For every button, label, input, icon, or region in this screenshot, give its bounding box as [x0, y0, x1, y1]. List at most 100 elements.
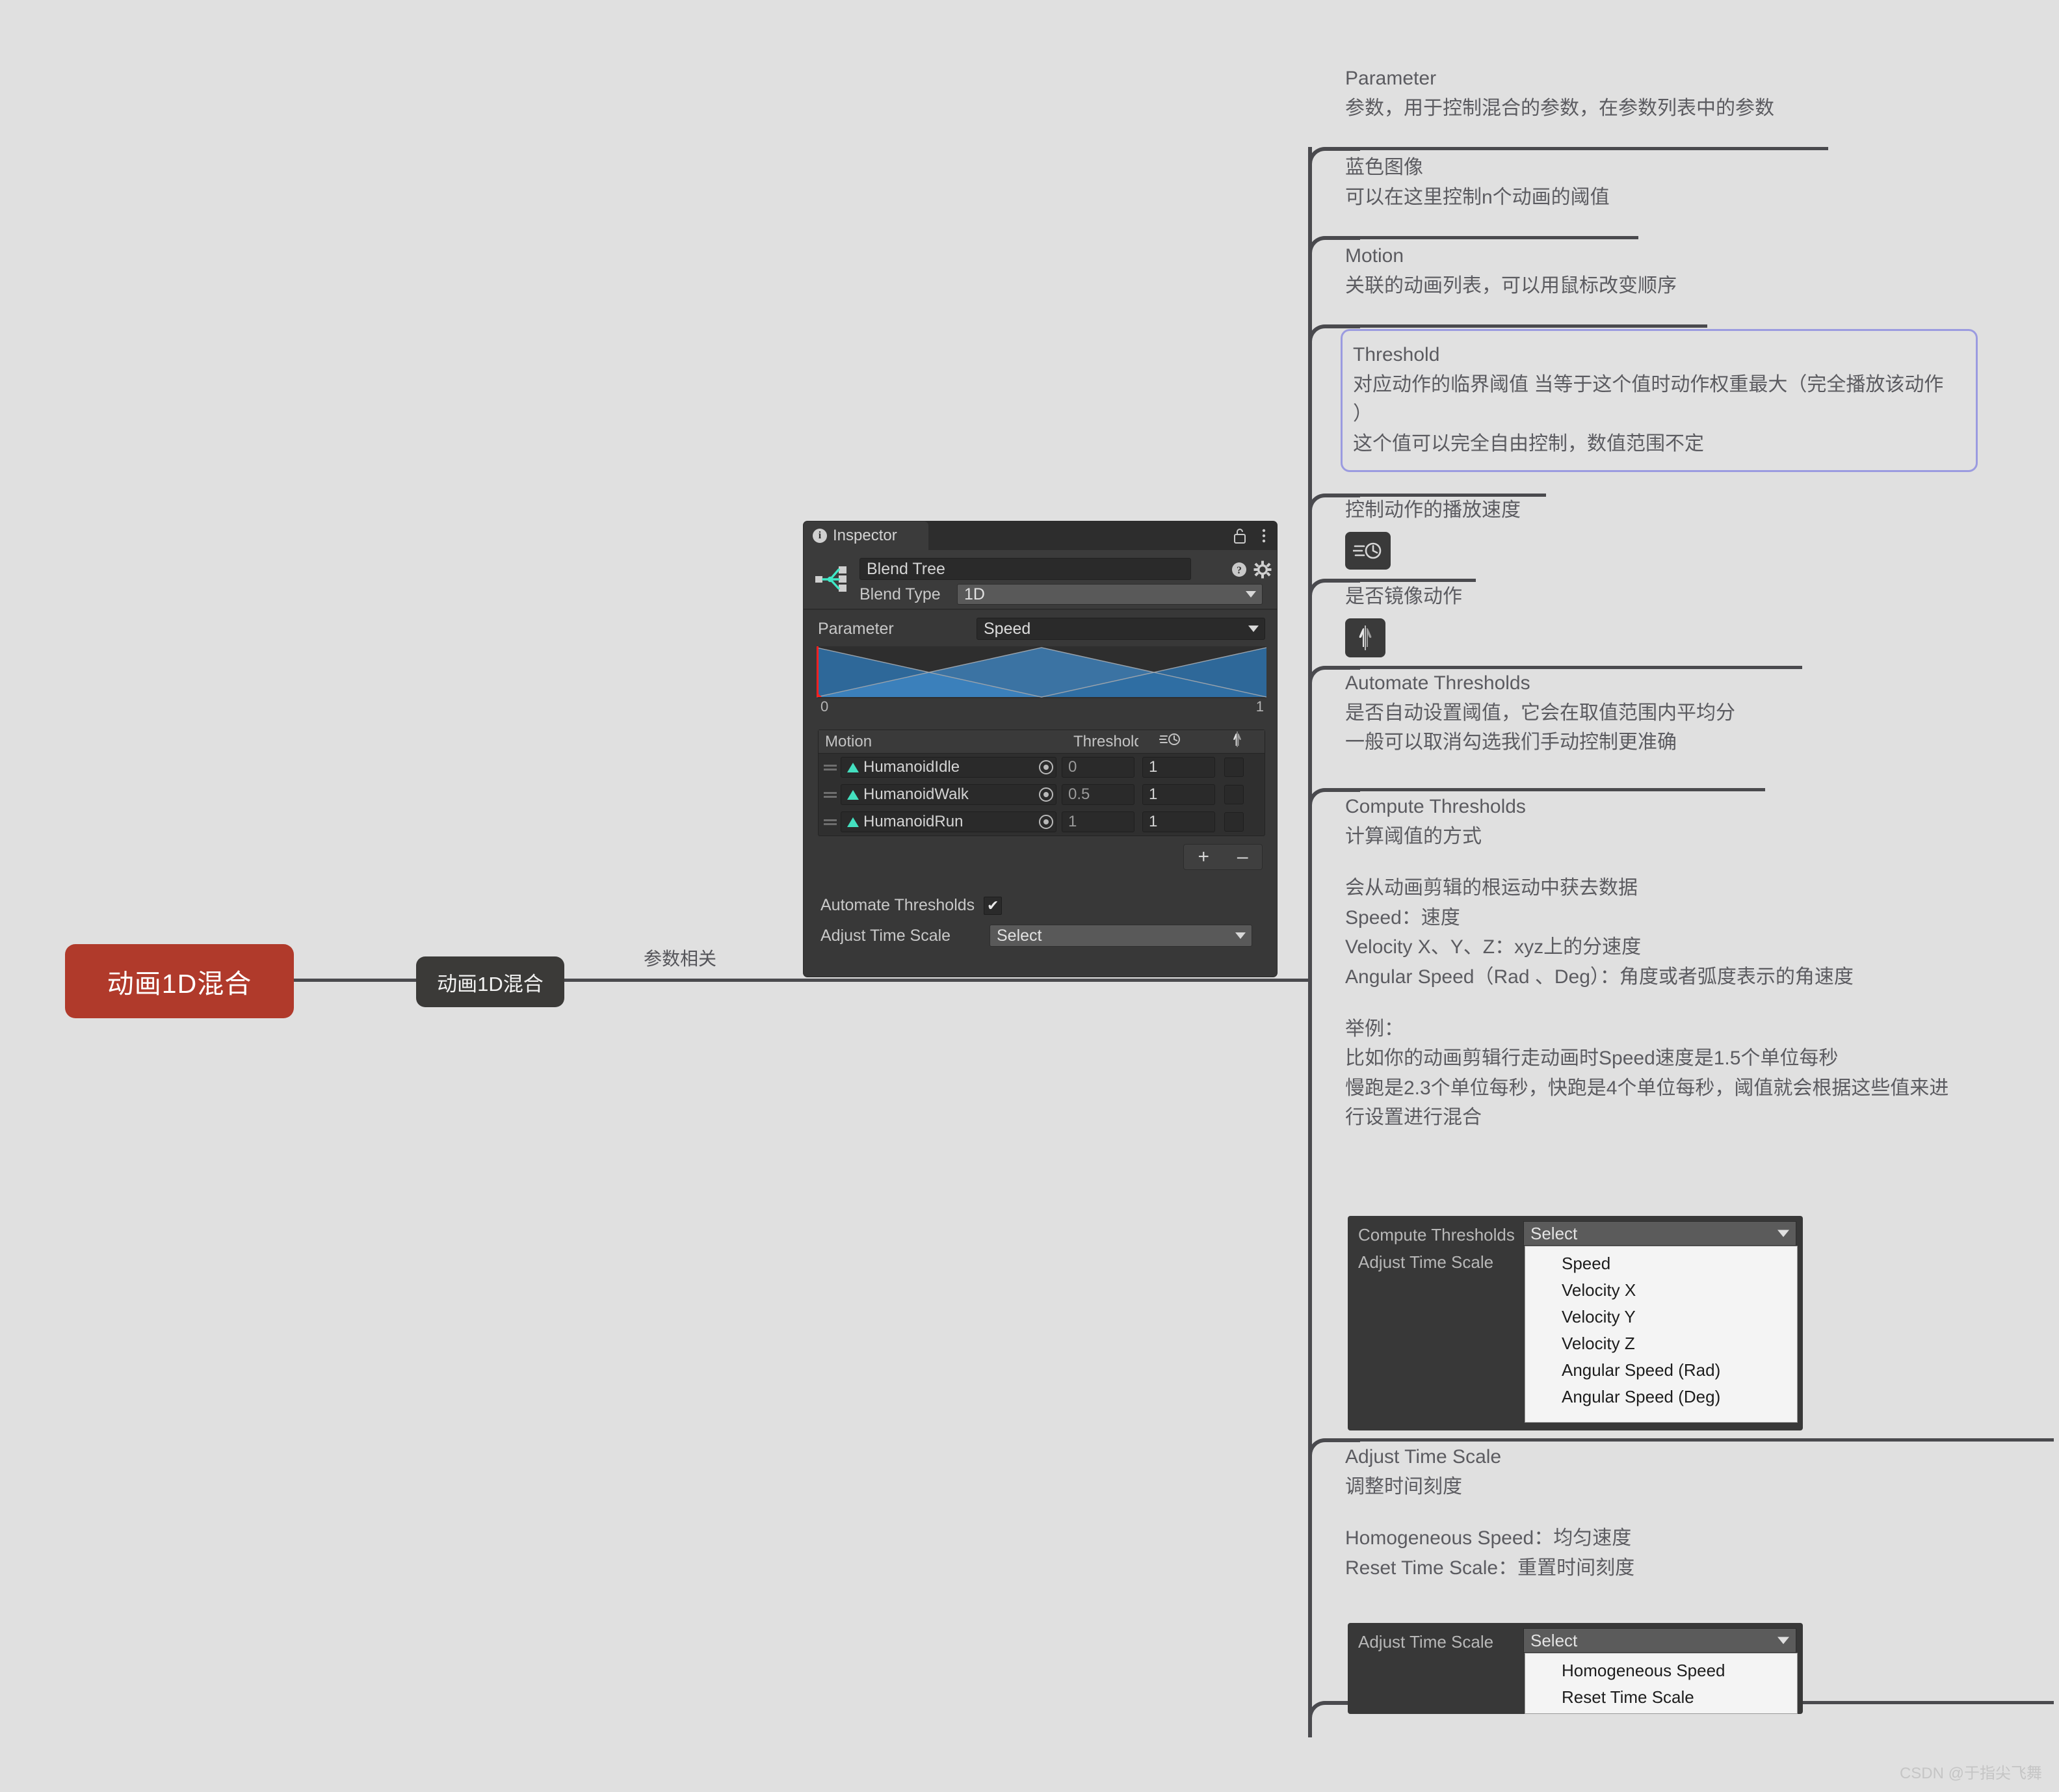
compute-thresholds-popup[interactable]: Compute Thresholds Adjust Time Scale Sel… — [1348, 1216, 1803, 1430]
help-icon[interactable]: ? — [1230, 560, 1248, 582]
add-motion-button[interactable]: + — [1198, 846, 1209, 868]
topic-threshold-line-2: 这个值可以完全自由控制，数值范围不定 — [1353, 432, 1704, 455]
topic-compute-thresholds-line-0: 计算阈值的方式 — [1345, 825, 1482, 847]
drag-handle-icon[interactable] — [824, 763, 841, 772]
topic-threshold[interactable]: Threshold 对应动作的临界阈值 当等于这个值时动作权重最大（完全播放该动… — [1341, 329, 1978, 473]
topic-compute-thresholds-line-4: Velocity X、Y、Z：xyz上的分速度 — [1345, 936, 1642, 958]
topic-blue-image[interactable]: 蓝色图像 可以在这里控制n个动画的阈值 — [1345, 153, 2034, 212]
automate-thresholds-label: Automate Thresholds — [820, 896, 975, 914]
option-homogeneous-speed[interactable]: Homogeneous Speed — [1525, 1657, 1797, 1684]
motion-field[interactable]: HumanoidRun — [841, 811, 1056, 832]
topic-threshold-line-1: ） — [1353, 403, 1372, 425]
parameter-dropdown[interactable]: Speed — [977, 618, 1265, 640]
adjust-time-scale-option-list[interactable]: Homogeneous Speed Reset Time Scale — [1525, 1653, 1798, 1714]
topic-motion-title: Motion — [1345, 245, 1404, 267]
table-row[interactable]: HumanoidRun 1 1 — [819, 808, 1265, 836]
unity-inspector-window[interactable]: i Inspector Blend Tree ? Blend Type 1D P… — [804, 521, 1277, 977]
motion-name: HumanoidIdle — [863, 758, 960, 776]
topic-compute-thresholds-line-8: 比如你的动画剪辑行走动画时Speed速度是1.5个单位每秒 — [1345, 1048, 1839, 1070]
mindmap-sub-label: 动画1D混合 — [437, 972, 544, 995]
automate-thresholds-row: Automate Thresholds ✔ — [820, 896, 1003, 915]
option-velocity-x[interactable]: Velocity X — [1525, 1277, 1797, 1304]
object-picker-icon[interactable] — [1039, 760, 1053, 774]
topic-playback-speed[interactable]: 控制动作的播放速度 — [1345, 495, 1735, 570]
mindmap-sub-node[interactable]: 动画1D混合 — [416, 956, 564, 1007]
lock-icon[interactable] — [1233, 527, 1247, 547]
automate-thresholds-checkbox[interactable]: ✔ — [984, 896, 1003, 915]
motion-table[interactable]: Motion Threshold HumanoidIdle 0 1 Humano… — [818, 730, 1265, 836]
object-picker-icon[interactable] — [1039, 787, 1053, 802]
gear-icon[interactable] — [1253, 560, 1272, 582]
adjust-time-scale-label: Adjust Time Scale — [820, 926, 951, 945]
asset-name-value: Blend Tree — [867, 559, 945, 578]
blend-type-dropdown[interactable]: 1D — [957, 584, 1263, 605]
option-angular-speed-deg[interactable]: Angular Speed (Deg) — [1525, 1384, 1797, 1410]
adjust-time-scale-popup[interactable]: Adjust Time Scale Select Homogeneous Spe… — [1348, 1623, 1803, 1714]
drag-handle-icon[interactable] — [824, 817, 841, 827]
option-velocity-z[interactable]: Velocity Z — [1525, 1330, 1797, 1357]
adjust-time-scale-popup-label: Adjust Time Scale — [1358, 1252, 1494, 1272]
kebab-menu-icon[interactable] — [1261, 527, 1266, 547]
watermark: CSDN @于指尖飞舞 — [1899, 1765, 2042, 1782]
topic-motion[interactable]: Motion 关联的动画列表，可以用鼠标改变顺序 — [1345, 241, 2034, 300]
speed-input[interactable]: 1 — [1142, 757, 1215, 778]
tab-inspector[interactable]: i Inspector — [804, 521, 928, 550]
speed-input[interactable]: 1 — [1142, 811, 1215, 832]
topic-mirror[interactable]: 是否镜像动作 — [1345, 582, 1735, 657]
blend-weight-graph[interactable] — [813, 646, 1267, 698]
mirror-checkbox[interactable] — [1224, 812, 1244, 832]
topic-motion-line-0: 关联的动画列表，可以用鼠标改变顺序 — [1345, 274, 1677, 296]
motion-list-buttons: + – — [1183, 844, 1263, 870]
remove-motion-button[interactable]: – — [1237, 846, 1248, 868]
mirror-checkbox[interactable] — [1224, 758, 1244, 777]
column-header-motion: Motion — [825, 732, 872, 750]
object-picker-icon[interactable] — [1039, 815, 1053, 829]
motion-field[interactable]: HumanoidIdle — [841, 757, 1056, 778]
topic-compute-spacer-a — [1345, 851, 2054, 873]
topic-blue-image-title: 蓝色图像 — [1345, 157, 1423, 178]
topic-compute-thresholds-line-7: 举例： — [1345, 1018, 1404, 1040]
drag-handle-icon[interactable] — [824, 790, 841, 800]
motion-name: HumanoidWalk — [863, 785, 969, 803]
motion-field[interactable]: HumanoidWalk — [841, 784, 1056, 805]
topic-adjust-time-scale[interactable]: Adjust Time Scale 调整时间刻度 Homogeneous Spe… — [1345, 1442, 2054, 1583]
topic-adjust-time-scale-line-3: Reset Time Scale：重置时间刻度 — [1345, 1557, 1635, 1579]
compute-thresholds-popup-select[interactable]: Select — [1523, 1221, 1796, 1246]
option-velocity-y[interactable]: Velocity Y — [1525, 1304, 1797, 1330]
table-row[interactable]: HumanoidWalk 0.5 1 — [819, 781, 1265, 808]
mindmap-connector-root-to-sub — [294, 979, 416, 982]
tab-inspector-label: Inspector — [833, 527, 897, 544]
mirror-checkbox[interactable] — [1224, 785, 1244, 804]
branch-underline-automate — [1345, 788, 1765, 791]
mindmap-root-label: 动画1D混合 — [107, 969, 252, 999]
adjust-time-scale-popup-select[interactable]: Select — [1523, 1628, 1796, 1653]
adjust-time-scale-dropdown[interactable]: Select — [990, 925, 1252, 947]
branch-underline-compute — [1345, 1438, 2054, 1442]
asset-name-field[interactable]: Blend Tree — [859, 558, 1191, 580]
speed-input[interactable]: 1 — [1142, 784, 1215, 805]
option-speed[interactable]: Speed — [1525, 1250, 1797, 1277]
compute-thresholds-option-list[interactable]: Speed Velocity X Velocity Y Velocity Z A… — [1525, 1246, 1798, 1423]
branch-underline-blue-image — [1345, 236, 1638, 239]
motion-name: HumanoidRun — [863, 813, 964, 830]
topic-parameter-title: Parameter — [1345, 68, 1437, 89]
column-header-threshold: Threshold — [1073, 732, 1138, 750]
topic-parameter[interactable]: Parameter 参数，用于控制混合的参数，在参数列表中的参数 — [1345, 64, 2034, 123]
option-reset-time-scale[interactable]: Reset Time Scale — [1525, 1684, 1797, 1711]
option-angular-speed-rad[interactable]: Angular Speed (Rad) — [1525, 1357, 1797, 1384]
topic-automate-thresholds[interactable]: Automate Thresholds 是否自动设置阈值，它会在取值范围内平均分… — [1345, 668, 2034, 758]
threshold-input[interactable]: 0 — [1062, 757, 1134, 778]
threshold-input[interactable]: 0.5 — [1062, 784, 1134, 805]
graph-max-label: 1 — [1255, 698, 1264, 715]
check-icon: ✔ — [986, 897, 999, 914]
chevron-down-icon — [1246, 591, 1256, 598]
topic-compute-thresholds[interactable]: Compute Thresholds 计算阈值的方式 会从动画剪辑的根运动中获去… — [1345, 792, 2054, 1133]
chevron-down-icon — [1248, 626, 1259, 632]
table-row[interactable]: HumanoidIdle 0 1 — [819, 754, 1265, 781]
parameter-value: Speed — [984, 619, 1031, 638]
mindmap-root-node[interactable]: 动画1D混合 — [65, 944, 294, 1018]
threshold-input[interactable]: 1 — [1062, 811, 1134, 832]
mirror-icon — [1345, 618, 1385, 657]
compute-thresholds-popup-label: Compute Thresholds — [1358, 1225, 1515, 1245]
mindmap-connector-sub-to-spine — [564, 979, 1311, 982]
